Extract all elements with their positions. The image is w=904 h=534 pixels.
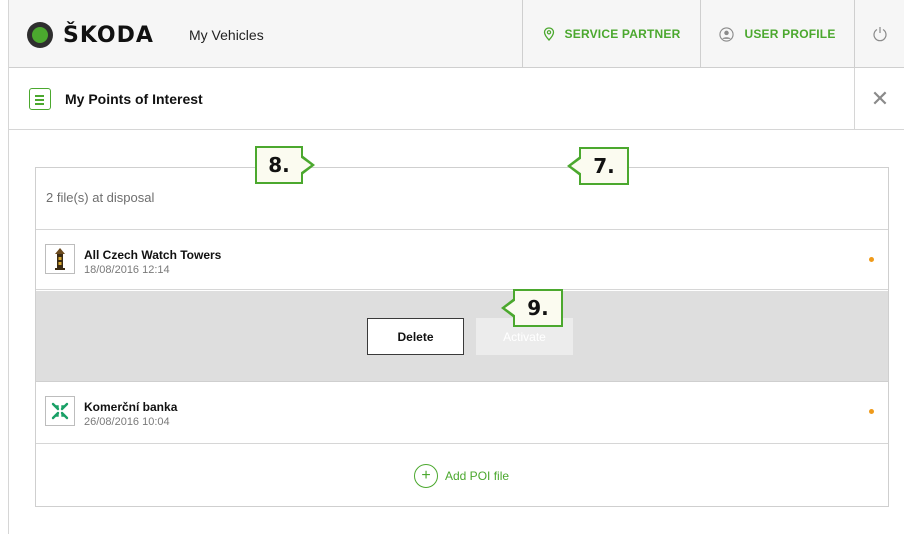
- power-icon: [873, 27, 887, 42]
- location-pin-icon: [543, 27, 554, 41]
- add-poi-file-button[interactable]: + Add POI file: [414, 464, 509, 488]
- add-poi-label: Add POI file: [445, 469, 510, 483]
- poi-date: 18/08/2016 12:14: [84, 264, 170, 276]
- list-item[interactable]: Komerční banka 26/08/2016 10:04: [36, 382, 888, 444]
- page-title: My Points of Interest: [65, 91, 203, 107]
- skoda-emblem-icon: [27, 22, 53, 48]
- skoda-logo[interactable]: ŠKODA: [27, 22, 154, 48]
- user-icon: [719, 26, 735, 42]
- poi-name: Komerční banka: [84, 400, 178, 414]
- callout-8: 8.: [255, 146, 315, 184]
- poi-file-list: 2 file(s) at disposal All Czech Watch To…: [35, 167, 889, 507]
- document-list-icon: [29, 88, 51, 110]
- app-frame: ŠKODA My Vehicles SERVICE PARTNER USER P…: [8, 0, 904, 534]
- close-button[interactable]: ✕: [854, 68, 904, 129]
- tower-icon: [45, 244, 75, 274]
- bank-logo-icon: [45, 396, 75, 426]
- my-vehicles-link[interactable]: My Vehicles: [189, 27, 264, 43]
- user-profile-label: USER PROFILE: [744, 27, 836, 41]
- poi-name: All Czech Watch Towers: [84, 248, 222, 262]
- section-header: My Points of Interest ✕: [9, 68, 904, 130]
- close-icon: ✕: [870, 85, 890, 111]
- brand-name: ŠKODA: [63, 22, 154, 48]
- file-count-header: 2 file(s) at disposal: [36, 168, 888, 230]
- callout-9: 9.: [501, 289, 563, 327]
- plus-icon: +: [414, 464, 438, 488]
- logout-button[interactable]: [854, 0, 904, 68]
- status-dot: [869, 409, 874, 414]
- service-partner-label: SERVICE PARTNER: [564, 27, 681, 41]
- service-partner-button[interactable]: SERVICE PARTNER: [522, 0, 700, 68]
- add-poi-area: + Add POI file: [36, 444, 888, 506]
- status-dot: [869, 257, 874, 262]
- top-header: ŠKODA My Vehicles SERVICE PARTNER USER P…: [9, 0, 904, 68]
- list-item[interactable]: All Czech Watch Towers 18/08/2016 12:14: [36, 230, 888, 290]
- item-action-bar: Delete Activate: [36, 291, 888, 382]
- files-count-text: 2 file(s) at disposal: [46, 190, 155, 205]
- user-profile-button[interactable]: USER PROFILE: [700, 0, 854, 68]
- callout-7: 7.: [567, 147, 629, 185]
- poi-date: 26/08/2016 10:04: [84, 416, 170, 428]
- delete-button[interactable]: Delete: [367, 318, 464, 355]
